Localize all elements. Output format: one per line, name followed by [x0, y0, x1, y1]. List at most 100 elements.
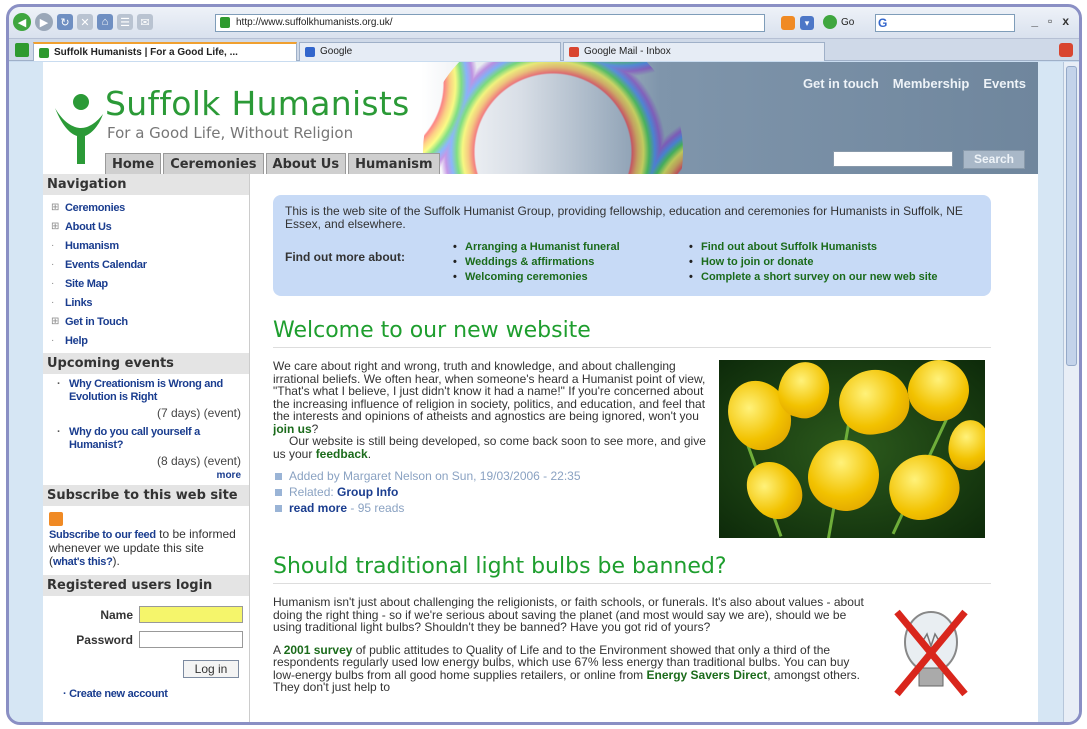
sidebar-item-events-calendar[interactable]: · Events Calendar	[51, 255, 249, 274]
sidebar-item-links[interactable]: · Links	[51, 293, 249, 312]
subscribe-text-end: ).	[112, 554, 120, 568]
link-join-donate[interactable]: How to join or donate	[689, 256, 959, 269]
link-weddings[interactable]: Weddings & affirmations	[453, 256, 689, 269]
vertical-scrollbar[interactable]	[1063, 62, 1079, 722]
event-meta: (8 days) (event)	[156, 454, 241, 468]
tab-google[interactable]: Google	[299, 42, 561, 61]
upcoming-events-title: Upcoming events	[43, 353, 249, 374]
google-search-input[interactable]: G	[875, 14, 1015, 32]
google-favicon-icon	[305, 47, 315, 57]
link-welcoming-ceremonies[interactable]: Welcoming ceremonies	[453, 271, 689, 284]
login-title: Registered users login	[43, 575, 249, 596]
go-button[interactable]: Go	[823, 15, 854, 29]
rss-feed-icon[interactable]	[781, 16, 795, 30]
search-button[interactable]: Search	[963, 150, 1025, 169]
tab-label: Suffolk Humanists | For a Good Life, ...	[54, 47, 238, 58]
event-link[interactable]: Why Creationism is Wrong and Evolution i…	[57, 378, 241, 404]
energy-savers-link[interactable]: Energy Savers Direct	[647, 668, 768, 682]
name-field[interactable]	[139, 606, 243, 623]
sidebar-item-humanism[interactable]: · Humanism	[51, 236, 249, 255]
more-events-link[interactable]: more	[43, 470, 249, 485]
article-text-end: .	[367, 446, 372, 461]
article-text: We care about right and wrong, truth and…	[273, 359, 706, 423]
tab-ceremonies[interactable]: Ceremonies	[163, 153, 264, 174]
tab-favicon-icon	[39, 48, 49, 58]
close-button[interactable]: x	[1062, 14, 1069, 28]
mail-icon[interactable]: ✉	[137, 14, 153, 30]
tab-home[interactable]: Home	[105, 153, 162, 174]
top-link-events[interactable]: Events	[983, 76, 1026, 91]
event-link[interactable]: Why do you call yourself a Humanist?	[57, 426, 241, 452]
reads-count: - 95 reads	[347, 501, 405, 515]
feedback-link[interactable]: feedback	[316, 447, 368, 461]
article-title-light-bulbs[interactable]: Should traditional light bulbs be banned…	[273, 554, 991, 584]
minimize-button[interactable]: _	[1031, 14, 1038, 28]
humanist-logo-icon	[55, 94, 103, 164]
top-link-membership[interactable]: Membership	[893, 76, 970, 91]
top-link-get-in-touch[interactable]: Get in touch	[803, 76, 879, 91]
group-info-link[interactable]: Group Info	[337, 485, 398, 499]
tab-list-icon[interactable]	[15, 43, 29, 57]
bullet-icon: ·	[51, 297, 55, 308]
tab-suffolk-humanists[interactable]: Suffolk Humanists | For a Good Life, ...	[33, 42, 297, 61]
site-search-input[interactable]	[833, 151, 953, 167]
tab-google-mail[interactable]: Google Mail - Inbox	[563, 42, 825, 61]
link-about-suffolk-humanists[interactable]: Find out about Suffolk Humanists	[689, 241, 959, 254]
article-welcome: We care about right and wrong, truth and…	[273, 360, 991, 540]
expand-icon: ⊞	[51, 316, 60, 327]
address-bar[interactable]: http://www.suffolkhumanists.org.uk/	[215, 14, 765, 32]
login-button[interactable]: Log in	[183, 660, 239, 678]
scrollbar-thumb[interactable]	[1066, 66, 1077, 366]
tab-about-us[interactable]: About Us	[265, 153, 347, 174]
site-tagline: For a Good Life, Without Religion	[107, 124, 354, 142]
bullet-icon: ·	[51, 278, 55, 289]
article-body: A 2001 survey of public attitudes to Qua…	[273, 643, 871, 694]
sidebar-item-help[interactable]: · Help	[51, 331, 249, 350]
create-account-link[interactable]: · Create new account	[49, 688, 243, 700]
find-out-more-col1: Arranging a Humanist funeral Weddings & …	[453, 241, 689, 286]
sidebar-item-get-in-touch[interactable]: ⊞ Get in Touch	[51, 312, 249, 331]
navigation-title: Navigation	[43, 174, 249, 195]
password-field[interactable]	[139, 631, 243, 648]
tab-humanism[interactable]: Humanism	[348, 153, 440, 174]
link-humanist-funeral[interactable]: Arranging a Humanist funeral	[453, 241, 689, 254]
article-title-welcome[interactable]: Welcome to our new website	[273, 318, 991, 348]
bullet-icon: ·	[51, 240, 55, 251]
sidebar-item-label: About Us	[65, 220, 112, 233]
tab-bar: Suffolk Humanists | For a Good Life, ...…	[9, 39, 1079, 61]
sidebar-item-label: Site Map	[65, 277, 108, 290]
home-icon[interactable]: ⌂	[97, 14, 113, 30]
history-icon[interactable]: ☰	[117, 14, 133, 30]
sidebar-item-ceremonies[interactable]: ⊞ Ceremonies	[51, 198, 249, 217]
sidebar-item-about-us[interactable]: ⊞ About Us	[51, 217, 249, 236]
website: Suffolk Humanists For a Good Life, Witho…	[43, 62, 1038, 722]
link-survey[interactable]: Complete a short survey on our new web s…	[689, 271, 959, 284]
sidebar-item-label: Ceremonies	[65, 201, 125, 214]
main-content: This is the web site of the Suffolk Huma…	[273, 174, 1008, 722]
stop-icon[interactable]: ✕	[77, 14, 93, 30]
sidebar: Navigation ⊞ Ceremonies ⊞ About Us · Humani…	[43, 174, 250, 722]
back-arrow-icon[interactable]: ◀	[13, 13, 31, 31]
subscribe-feed-link[interactable]: Subscribe to our feed	[49, 529, 156, 541]
added-by: Added by Margaret Nelson on Sun, 19/03/2…	[273, 468, 709, 484]
refresh-icon[interactable]: ↻	[57, 14, 73, 30]
article-body: We care about right and wrong, truth and…	[273, 360, 709, 435]
rss-icon[interactable]	[49, 512, 63, 526]
related-label: Related:	[289, 485, 338, 499]
forward-arrow-icon[interactable]: ▶	[35, 13, 53, 31]
read-more-link[interactable]: read more	[289, 501, 347, 515]
password-row: Password	[49, 627, 243, 652]
gmail-favicon-icon	[569, 47, 579, 57]
restore-button[interactable]: ▫	[1048, 14, 1052, 28]
whats-this-link[interactable]: what's this?	[53, 556, 113, 568]
window-controls: _ ▫ x	[1031, 14, 1069, 28]
event-item: Why do you call yourself a Humanist? (8 …	[43, 422, 249, 470]
sidebar-item-site-map[interactable]: · Site Map	[51, 274, 249, 293]
top-links: Get in touch Membership Events	[803, 76, 1026, 91]
sidebar-item-label: Get in Touch	[65, 315, 128, 328]
dropdown-arrow-icon[interactable]: ▾	[800, 16, 814, 30]
close-tab-icon[interactable]	[1059, 43, 1073, 57]
article-body: Our website is still being developed, so…	[273, 435, 709, 460]
expand-icon: ⊞	[51, 221, 60, 232]
site-title[interactable]: Suffolk Humanists	[105, 84, 410, 123]
